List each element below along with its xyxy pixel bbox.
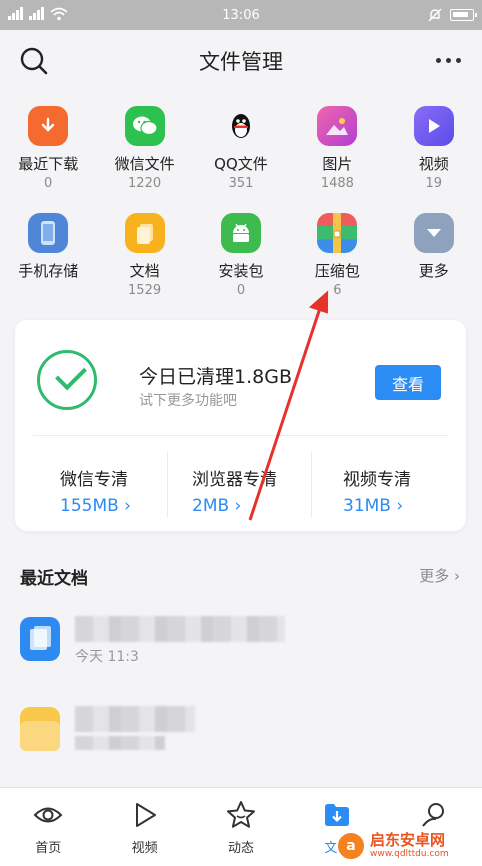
recent-docs-more-link[interactable]: 更多 › [419,565,460,586]
list-item[interactable]: 今天 11:3 [0,600,482,690]
category-label: 最近下载 [18,155,79,173]
view-button[interactable]: 查看 [375,365,441,400]
category-documents[interactable]: 文档 1529 [96,213,192,299]
clean-summary-text: 今日已清理1.8GB [139,366,292,388]
stat-label: 微信专清 [60,470,128,490]
category-label: 图片 [322,155,353,173]
category-count: 0 [236,283,246,298]
doc-file-icon [20,617,60,661]
watermark-logo-icon: a [336,831,366,861]
wifi-icon [50,7,68,21]
more-options-button[interactable] [428,48,468,72]
list-item[interactable] [0,692,482,782]
signal-indicators [8,7,68,21]
doc-time-blurred [75,736,165,750]
category-count: 6 [333,283,342,298]
category-label: 视频 [418,155,449,173]
category-label: 更多 [418,262,449,280]
eye-icon [33,800,63,830]
signal-icon [8,7,24,20]
stat-wechat-clean[interactable]: 微信专清 155MB › [60,465,131,516]
doc-time: 今天 11:3 [75,649,139,665]
signal-icon [29,7,45,20]
file-download-icon [322,800,352,830]
battery-icon [450,9,477,21]
chevron-right-icon: › [118,496,131,516]
category-count: 1488 [320,176,354,191]
clean-hint-text: 试下更多功能吧 [139,393,237,409]
watermark-text: 启东安卓网 www.qdlttdu.com [370,831,449,860]
nav-video[interactable]: 视频 [96,788,192,866]
category-wechat-files[interactable]: 微信文件 1220 [96,106,192,192]
category-archives[interactable]: 压缩包 6 [289,213,385,299]
category-grid-row-1: 最近下载 0 微信文件 1220 QQ文件 351 图片 1488 视频 19 [0,106,482,192]
category-qq-files[interactable]: QQ文件 351 [193,106,289,192]
status-bar: 13:06 [0,0,482,30]
stat-value: 155MB › [60,496,131,516]
category-label: 安装包 [218,262,264,280]
qq-penguin-icon [220,106,261,146]
document-icon [124,213,165,253]
divider [167,452,168,518]
stat-label: 浏览器专清 [192,470,277,490]
doc-name-blurred [75,706,195,732]
stat-browser-clean[interactable]: 浏览器专清 2MB › [192,465,277,516]
nav-label: 视频 [131,841,158,856]
category-label: QQ文件 [214,155,268,173]
nav-home[interactable]: 首页 [0,788,96,866]
status-right [428,8,477,22]
watermark-logo: a 启东安卓网 www.qdlttdu.com [336,828,476,864]
android-icon [220,213,261,253]
status-time: 13:06 [222,7,260,23]
stat-value: 2MB › [192,496,242,516]
category-count: 19 [425,176,443,191]
nav-feed[interactable]: 动态 [193,788,289,866]
category-videos[interactable]: 视频 19 [386,106,482,192]
nav-label: 动态 [227,841,254,856]
image-icon [317,106,358,146]
category-count: 0 [44,176,53,191]
star-icon [226,800,256,830]
stat-label: 视频专清 [343,470,411,490]
search-person-icon [419,800,449,830]
mute-bell-icon [428,8,442,22]
phone-storage-icon [28,213,69,253]
chevron-right-icon: › [449,567,460,585]
app-header: 文件管理 [0,30,482,90]
category-more[interactable]: 更多 [386,213,482,299]
download-icon [28,106,69,146]
stat-video-clean[interactable]: 视频专清 31MB › [343,465,411,516]
recent-docs-title: 最近文档 [20,569,88,589]
stat-value: 31MB › [343,496,404,516]
video-play-icon [413,106,454,146]
category-label: 文档 [129,262,160,280]
divider [33,435,448,436]
category-label: 压缩包 [314,262,360,280]
folder-file-icon [20,707,60,751]
chevron-down-icon [413,213,454,253]
category-grid-row-2: 手机存储 文档 1529 安装包 0 压缩包 6 更多 [0,213,482,299]
category-count: 351 [228,176,254,191]
category-install-packages[interactable]: 安装包 0 [193,213,289,299]
category-recent-downloads[interactable]: 最近下载 0 [0,106,96,192]
category-phone-storage[interactable]: 手机存储 [0,213,96,299]
doc-name-blurred [75,616,285,642]
category-label: 微信文件 [114,155,175,173]
category-count: 1220 [128,176,162,191]
archive-icon [317,213,358,253]
category-images[interactable]: 图片 1488 [289,106,385,192]
check-icon [37,350,97,410]
nav-label: 首页 [35,841,62,856]
category-count: 1529 [128,283,162,298]
wechat-icon [124,106,165,146]
category-label: 手机存储 [18,262,79,280]
page-title: 文件管理 [199,50,283,74]
chevron-right-icon: › [390,496,404,516]
chevron-right-icon: › [229,496,242,516]
play-icon [130,800,160,830]
divider [311,452,312,518]
clean-summary-card: 今日已清理1.8GB 试下更多功能吧 查看 微信专清 155MB › 浏览器专清… [15,320,466,531]
